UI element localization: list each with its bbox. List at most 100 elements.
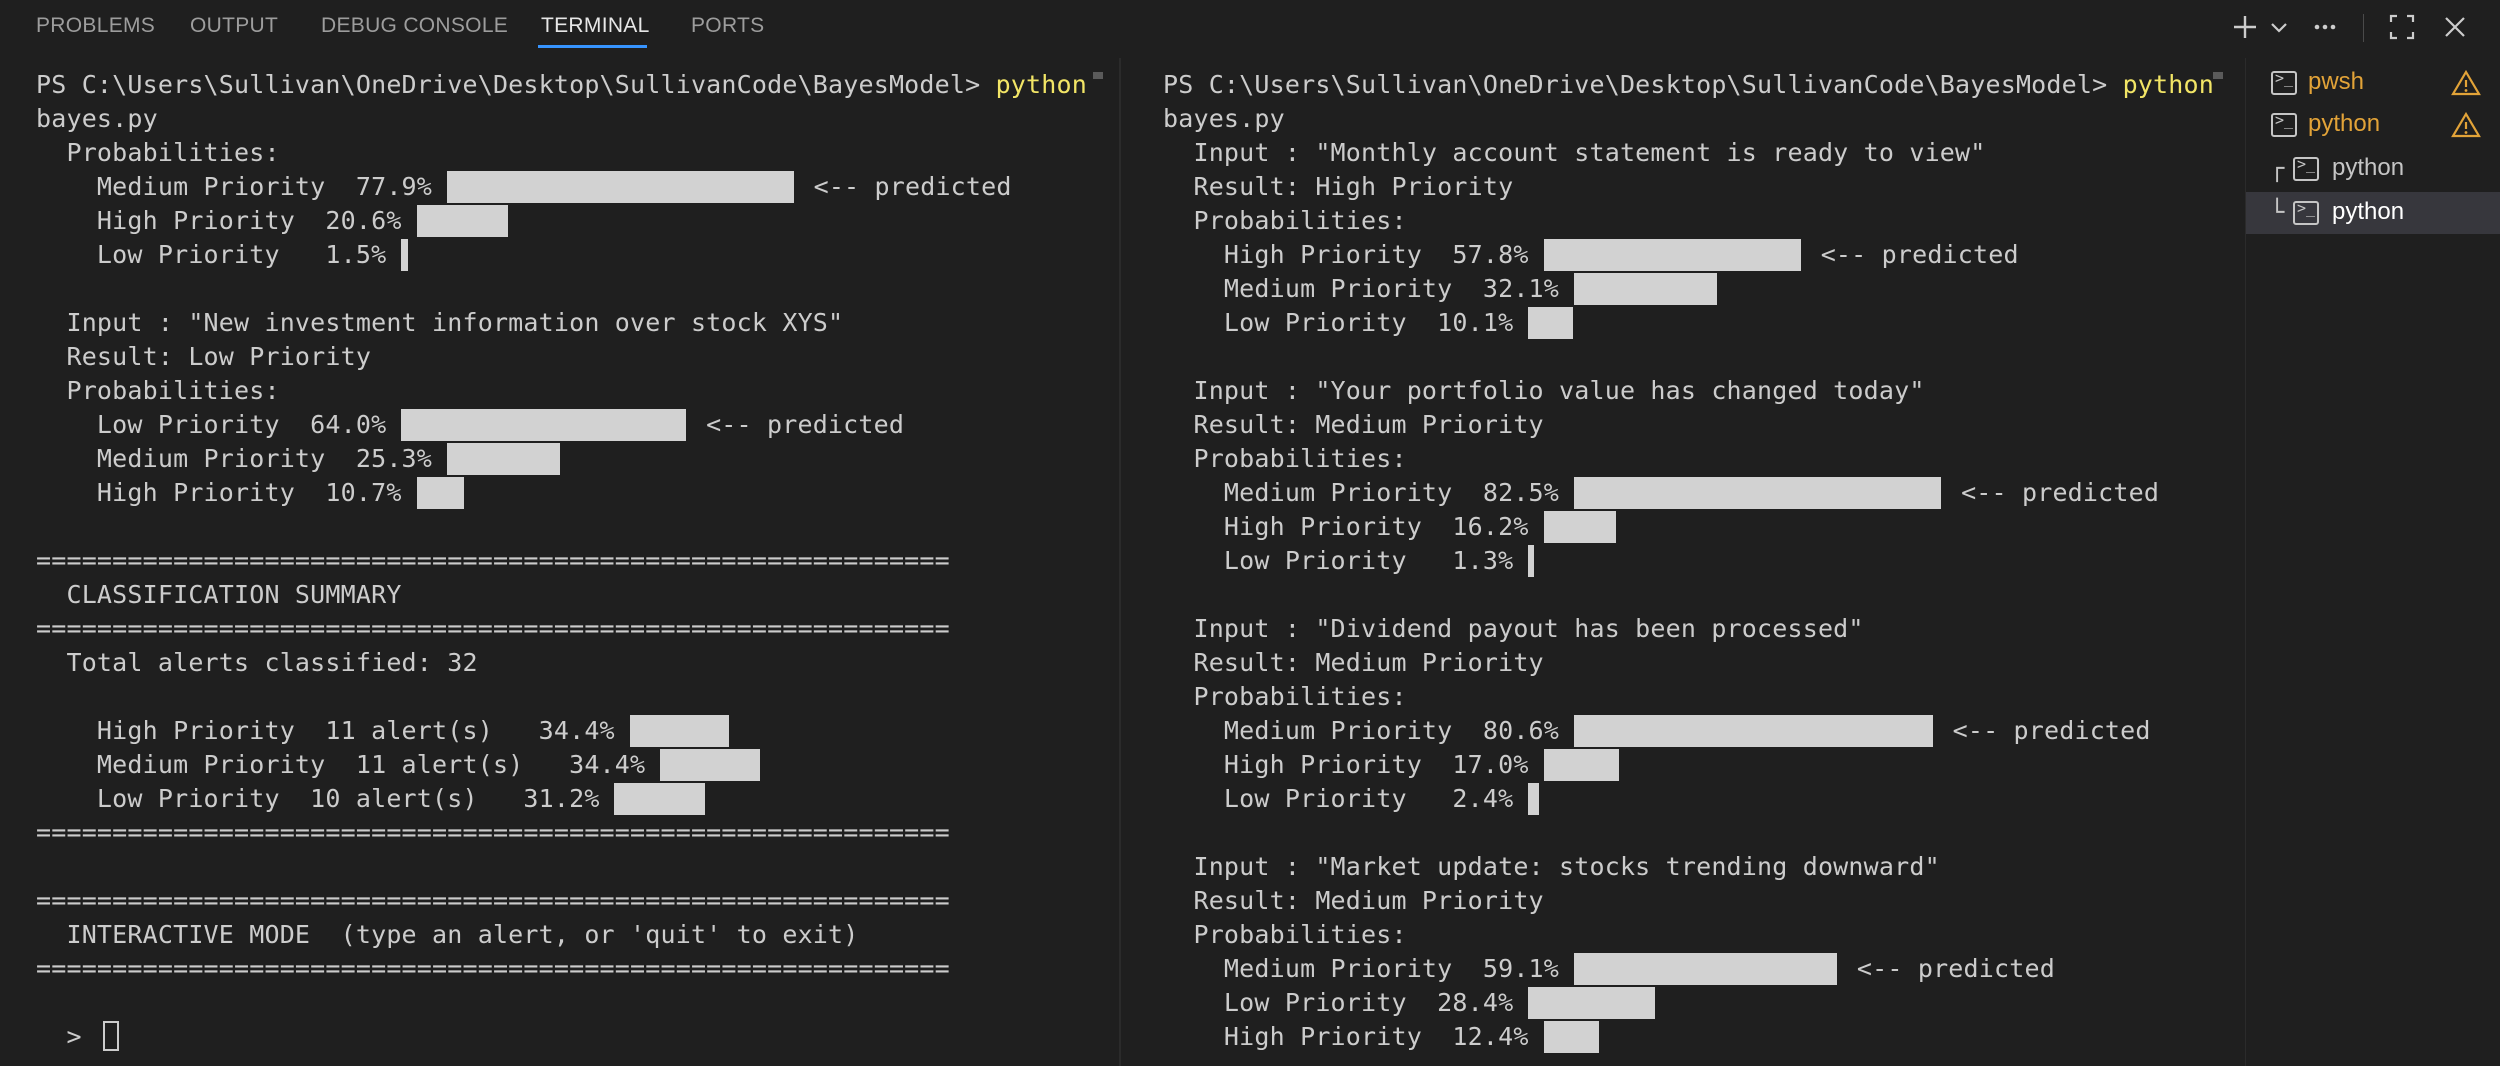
terminal-text: Low Priority 1.3% [1163, 546, 1514, 575]
probability-bar [1528, 987, 1655, 1019]
terminal-text: Low Priority 10 alert(s) 31.2% [36, 784, 600, 813]
terminal-list-item-python-3[interactable]: └ python [2246, 192, 2500, 234]
terminal-pane-left[interactable]: PS C:\Users\Sullivan\OneDrive\Desktop\Su… [0, 58, 1093, 1066]
terminal-text: Result: Medium Priority [1163, 886, 1544, 915]
terminal-line: INTERACTIVE MODE (type an alert, or 'qui… [36, 918, 1087, 952]
terminal-line: Low Priority 2.4% [1163, 782, 2214, 816]
terminal-icon [2271, 111, 2297, 137]
terminal-text: Medium Priority 80.6% [1163, 716, 1560, 745]
probability-bar [446, 171, 794, 203]
probability-bar [416, 205, 509, 237]
terminal-line: ========================================… [36, 612, 1087, 646]
terminal-text: High Priority 16.2% [1163, 512, 1529, 541]
terminal-line: ========================================… [36, 952, 1087, 986]
terminal-line: Probabilities: [1163, 442, 2214, 476]
terminal-line: High Priority 20.6% [36, 204, 1087, 238]
terminal-text: Low Priority 64.0% [36, 410, 387, 439]
tab-problems[interactable]: PROBLEMS [36, 14, 155, 38]
terminal-line: High Priority 17.0% [1163, 748, 2214, 782]
probability-bar [401, 409, 687, 441]
probability-bar [1543, 239, 1801, 271]
active-tab-indicator [538, 45, 647, 48]
terminal-text: Result: Medium Priority [1163, 648, 1544, 677]
scrollbar-thumb-left[interactable] [1093, 72, 1103, 79]
terminal-list-item-pwsh[interactable]: pwsh [2246, 62, 2500, 104]
terminal-line: High Priority 57.8% <-- predicted [1163, 238, 2214, 272]
predicted-marker: <-- predicted [706, 410, 905, 439]
terminal-text: High Priority 12.4% [1163, 1022, 1529, 1051]
terminal-list-label: python [2332, 154, 2405, 181]
toolbar-separator [2363, 14, 2364, 42]
chevron-down-icon[interactable] [2264, 12, 2294, 42]
warning-icon[interactable] [2451, 69, 2481, 97]
terminal-cursor[interactable] [102, 1021, 119, 1051]
prompt-text: PS C:\Users\Sullivan\OneDrive\Desktop\Su… [1163, 70, 2123, 99]
tab-debug-console[interactable]: DEBUG CONSOLE [321, 14, 508, 38]
probability-bar [660, 749, 760, 781]
terminal-line: Probabilities: [1163, 680, 2214, 714]
probability-bar [401, 239, 408, 271]
split-divider[interactable] [1119, 58, 1121, 1066]
terminal-text: Low Priority 28.4% [1163, 988, 1514, 1017]
terminal-line: Input : "Your portfolio value has change… [1163, 374, 2214, 408]
terminal-line: High Priority 16.2% [1163, 510, 2214, 544]
terminal-output[interactable]: PS C:\Users\Sullivan\OneDrive\Desktop\Su… [36, 68, 1087, 1054]
tab-output[interactable]: OUTPUT [190, 14, 278, 38]
probability-bar [1573, 715, 1933, 747]
terminal-list: pwsh python ┌ python └ python [2245, 58, 2500, 1066]
terminal-text: ========================================… [36, 954, 950, 983]
warning-icon[interactable] [2451, 111, 2481, 139]
terminal-line: High Priority 11 alert(s) 34.4% [36, 714, 1087, 748]
terminal-line: Low Priority 10.1% [1163, 306, 2214, 340]
terminal-text: High Priority 17.0% [1163, 750, 1529, 779]
predicted-marker: <-- predicted [1856, 954, 2055, 983]
terminal-text: High Priority 57.8% [1163, 240, 1529, 269]
terminal-text: Medium Priority 11 alert(s) 34.4% [36, 750, 646, 779]
terminal-text: Low Priority 2.4% [1163, 784, 1514, 813]
terminal-list-item-python-2[interactable]: ┌ python [2246, 148, 2500, 190]
terminal-text: Medium Priority 82.5% [1163, 478, 1560, 507]
terminal-text: INTERACTIVE MODE (type an alert, or 'qui… [36, 920, 859, 949]
maximize-icon[interactable] [2387, 12, 2417, 42]
terminal-text: Probabilities: [36, 138, 280, 167]
command-text: python [2122, 70, 2214, 99]
terminal-output[interactable]: PS C:\Users\Sullivan\OneDrive\Desktop\Su… [1163, 68, 2214, 1054]
terminal-text: Probabilities: [1163, 682, 1407, 711]
terminal-icon [2271, 69, 2297, 95]
terminal-text: Low Priority 1.5% [36, 240, 387, 269]
probability-bar [614, 783, 705, 815]
tab-ports[interactable]: PORTS [691, 14, 764, 38]
terminal-text: High Priority 10.7% [36, 478, 402, 507]
terminal-line: Input : "Market update: stocks trending … [1163, 850, 2214, 884]
scrollbar-thumb-right[interactable] [2213, 72, 2223, 79]
terminal-line: Medium Priority 80.6% <-- predicted [1163, 714, 2214, 748]
terminal-pane-right[interactable]: PS C:\Users\Sullivan\OneDrive\Desktop\Su… [1126, 58, 2244, 1066]
tree-guide-icon: ┌ [2270, 154, 2285, 182]
terminal-text: Probabilities: [1163, 920, 1407, 949]
tab-terminal[interactable]: TERMINAL [541, 14, 650, 38]
terminal-line: bayes.py [1163, 102, 2214, 136]
probability-bar [1543, 511, 1616, 543]
probability-bar [1528, 545, 1535, 577]
terminal-line: Result: Medium Priority [1163, 408, 2214, 442]
more-icon[interactable] [2310, 12, 2340, 42]
terminal-text: Result: Medium Priority [1163, 410, 1544, 439]
probability-bar [1528, 783, 1539, 815]
terminal-line: Medium Priority 59.1% <-- predicted [1163, 952, 2214, 986]
terminal-text: Low Priority 10.1% [1163, 308, 1514, 337]
terminal-list-label: python [2308, 110, 2381, 137]
terminal-text: Medium Priority 77.9% [36, 172, 433, 201]
terminal-line: bayes.py [36, 102, 1087, 136]
predicted-marker: <-- predicted [1952, 716, 2151, 745]
plus-icon[interactable] [2230, 12, 2260, 42]
terminal-line: Low Priority 28.4% [1163, 986, 2214, 1020]
close-icon[interactable] [2440, 12, 2470, 42]
terminal-line: Medium Priority 32.1% [1163, 272, 2214, 306]
terminal-line: Probabilities: [36, 136, 1087, 170]
terminal-list-item-python-1[interactable]: python [2246, 104, 2500, 146]
predicted-marker: <-- predicted [1961, 478, 2160, 507]
